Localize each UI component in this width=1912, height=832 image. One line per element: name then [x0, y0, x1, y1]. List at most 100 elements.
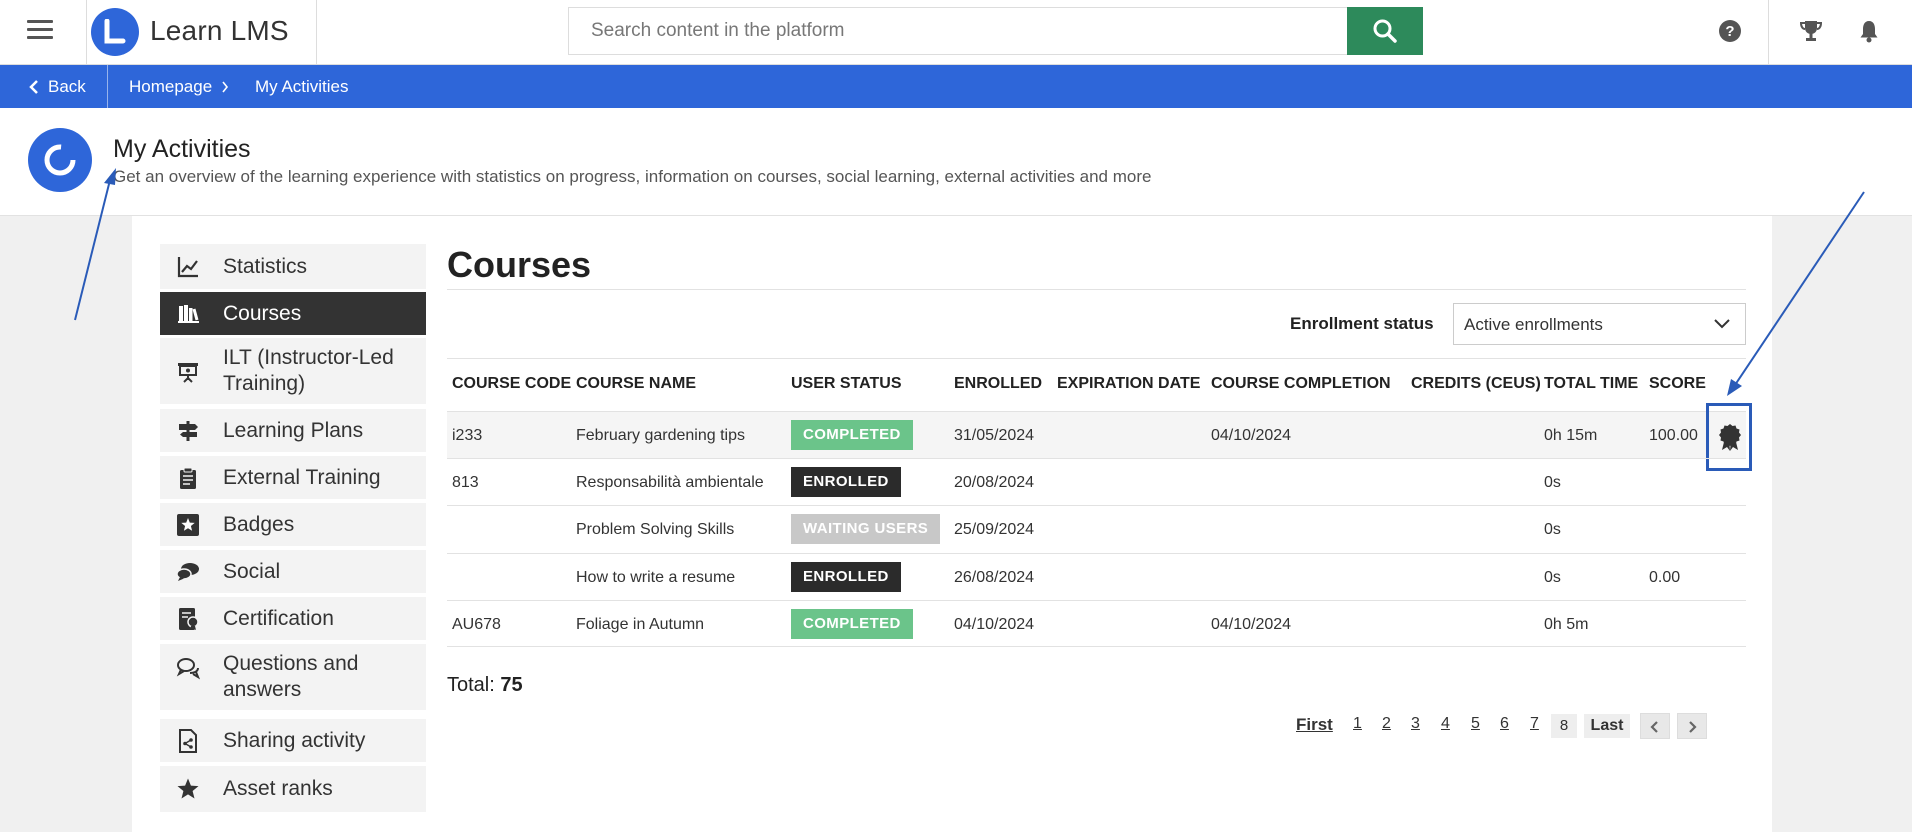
certificate-ribbon-icon	[1719, 424, 1741, 451]
pagination-next-button[interactable]	[1677, 713, 1707, 739]
score: 100.00	[1649, 427, 1698, 444]
pagination-page[interactable]: 7	[1530, 715, 1539, 733]
total-time: 0h 15m	[1544, 427, 1598, 444]
activity-ring-icon	[28, 128, 92, 192]
sidebar-item-label: Certification	[223, 607, 334, 630]
table-row[interactable]: Problem Solving Skills WAITING USERS 25/…	[447, 505, 1746, 552]
chart-icon	[177, 256, 198, 277]
column-header[interactable]: COURSE CODE	[452, 375, 571, 393]
star-icon	[177, 778, 199, 799]
chevron-left-icon	[1650, 721, 1658, 733]
back-button[interactable]: Back	[24, 65, 86, 108]
pagination-page[interactable]: 4	[1441, 715, 1450, 733]
svg-text:?: ?	[1725, 23, 1734, 40]
total-count: Total: 75	[447, 674, 523, 697]
completion-date: 04/10/2024	[1211, 616, 1292, 633]
sidebar-item-certification[interactable]: Certification	[160, 597, 426, 640]
enrollment-status-select[interactable]: Active enrollments	[1453, 303, 1746, 345]
sidebar-item-ilt[interactable]: ILT (Instructor-Led Training)	[160, 338, 426, 404]
sidebar-item-label: Badges	[223, 513, 295, 536]
sidebar-item-label: Social	[223, 560, 281, 583]
hamburger-menu-icon[interactable]	[27, 20, 53, 42]
pagination-current-page: 8	[1551, 714, 1577, 738]
search-button[interactable]	[1347, 7, 1423, 55]
breadcrumb-chevron-icon	[222, 81, 229, 93]
table-row[interactable]: AU678 Foliage in Autumn COMPLETED 04/10/…	[447, 600, 1746, 647]
course-name[interactable]: Responsabilità ambientale	[576, 474, 764, 492]
pagination-page[interactable]: 1	[1353, 715, 1362, 733]
sidebar-item-external-training[interactable]: External Training	[160, 456, 426, 499]
course-code: 813	[452, 474, 479, 491]
sidebar-item-learning-plans[interactable]: Learning Plans	[160, 409, 426, 452]
questions-icon	[176, 658, 200, 680]
column-header[interactable]: ENROLLED	[954, 375, 1042, 393]
help-icon[interactable]: ?	[1716, 17, 1744, 45]
course-name[interactable]: Foliage in Autumn	[576, 616, 704, 634]
pagination-page[interactable]: 2	[1382, 715, 1391, 733]
topbar-divider	[1768, 0, 1769, 65]
status-badge: ENROLLED	[791, 562, 901, 592]
search-input[interactable]	[569, 8, 1349, 54]
page-subtitle: Get an overview of the learning experien…	[113, 167, 1152, 186]
enrolled-date: 26/08/2024	[954, 569, 1035, 586]
app-name: Learn LMS	[150, 15, 289, 46]
score: 0.00	[1649, 569, 1681, 586]
top-bar: Learn LMS ?	[0, 0, 1912, 65]
table-row[interactable]: i233 February gardening tips COMPLETED 3…	[447, 411, 1746, 458]
sidebar-item-asset-ranks[interactable]: Asset ranks	[160, 766, 426, 812]
table-row[interactable]: 813 Responsabilità ambientale ENROLLED 2…	[447, 458, 1746, 505]
section-title: Courses	[447, 244, 592, 285]
enrolled-date: 25/09/2024	[954, 521, 1035, 538]
pagination-page[interactable]: 6	[1500, 715, 1509, 733]
sidebar-item-courses[interactable]: Courses	[160, 292, 426, 335]
sidebar-item-sharing-activity[interactable]: Sharing activity	[160, 719, 426, 762]
column-header[interactable]: COURSE COMPLETION	[1211, 375, 1391, 393]
pagination-first[interactable]: First	[1296, 715, 1333, 735]
enrollment-status-label: Enrollment status	[1290, 314, 1434, 333]
star-badge-icon	[177, 513, 199, 536]
course-name[interactable]: How to write a resume	[576, 569, 735, 587]
sidebar-item-questions-answers[interactable]: Questions and answers	[160, 644, 426, 710]
sidebar-item-badges[interactable]: Badges	[160, 503, 426, 546]
title-divider	[447, 289, 1746, 290]
clipboard-icon	[180, 467, 196, 489]
completion-date: 04/10/2024	[1211, 427, 1292, 444]
bell-icon[interactable]	[1855, 17, 1883, 45]
chat-bubbles-icon	[176, 562, 199, 581]
search-bar	[568, 7, 1349, 55]
total-time: 0s	[1544, 521, 1561, 538]
books-icon	[178, 304, 199, 323]
column-header[interactable]: EXPIRATION DATE	[1057, 375, 1200, 393]
pagination-page[interactable]: 5	[1471, 715, 1480, 733]
app-logo[interactable]: Learn LMS	[86, 0, 317, 65]
enrolled-date: 31/05/2024	[954, 427, 1035, 444]
table-top-divider	[447, 358, 1746, 359]
sidebar-item-social[interactable]: Social	[160, 550, 426, 593]
table-row[interactable]: How to write a resume ENROLLED 26/08/202…	[447, 553, 1746, 600]
enrolled-date: 20/08/2024	[954, 474, 1035, 491]
signpost-icon	[179, 420, 198, 441]
pagination-prev-button[interactable]	[1640, 713, 1670, 739]
total-time: 0s	[1544, 474, 1561, 491]
column-header[interactable]: SCORE	[1649, 375, 1706, 393]
column-header[interactable]: CREDITS (CEUS)	[1411, 375, 1541, 393]
enrollment-status-value: Active enrollments	[1464, 315, 1603, 334]
column-header[interactable]: TOTAL TIME	[1544, 375, 1638, 393]
trophy-icon[interactable]	[1797, 17, 1825, 45]
breadcrumb-bar: Back Homepage My Activities	[0, 65, 1912, 108]
pagination-last[interactable]: Last	[1584, 714, 1630, 738]
course-name[interactable]: February gardening tips	[576, 427, 745, 445]
column-header[interactable]: USER STATUS	[791, 375, 902, 393]
column-header[interactable]: COURSE NAME	[576, 375, 696, 393]
sidebar-item-label: Asset ranks	[223, 777, 333, 800]
search-icon	[1373, 19, 1397, 43]
sidebar-item-statistics[interactable]: Statistics	[160, 244, 426, 289]
total-time: 0s	[1544, 569, 1561, 586]
sidebar-item-label: Sharing activity	[223, 729, 366, 752]
sidebar-item-label: External Training	[223, 466, 381, 489]
chevron-left-icon	[29, 80, 38, 94]
course-name[interactable]: Problem Solving Skills	[576, 521, 734, 539]
pagination-page[interactable]: 3	[1411, 715, 1420, 733]
breadcrumb-homepage[interactable]: Homepage	[129, 65, 212, 108]
sidebar-item-label: Statistics	[223, 255, 308, 278]
